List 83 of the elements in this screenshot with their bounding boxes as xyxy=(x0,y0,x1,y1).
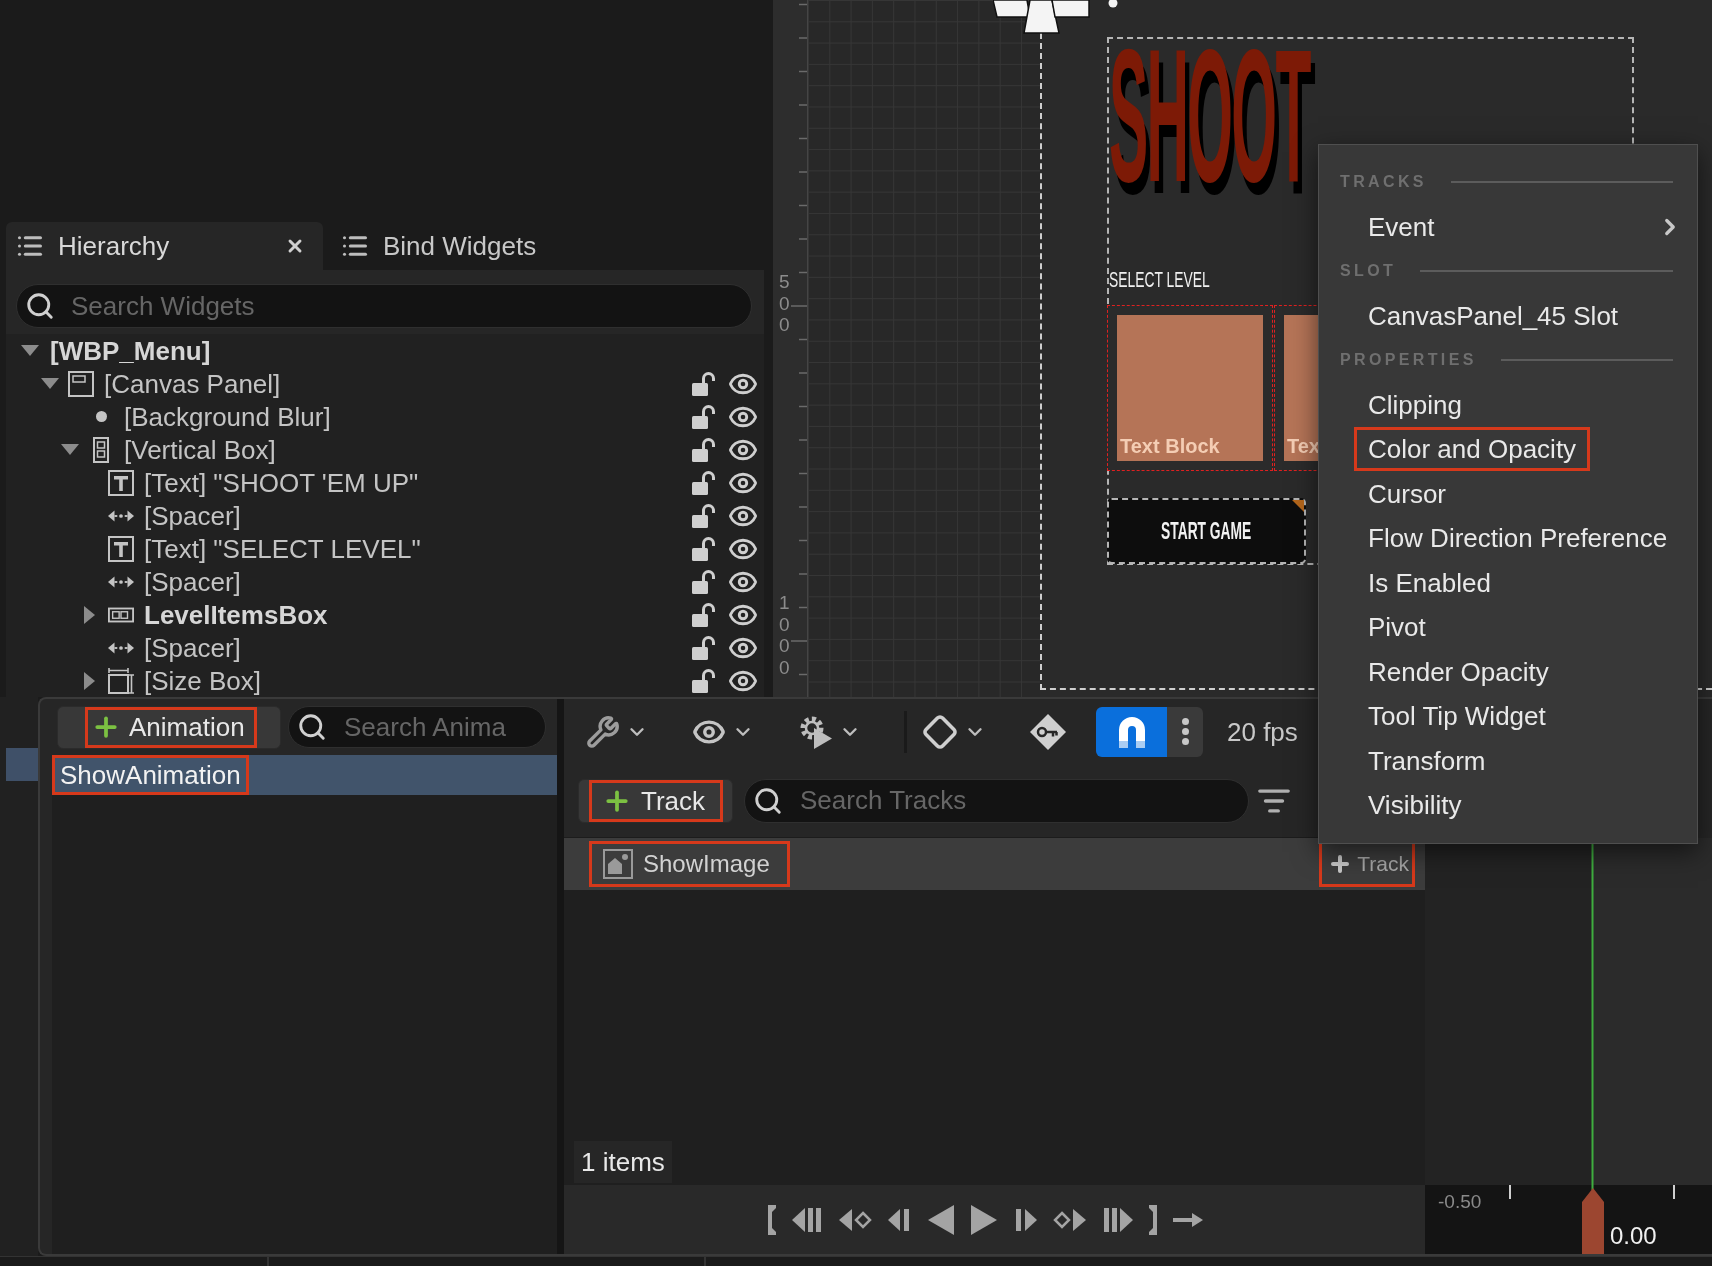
text-icon xyxy=(108,469,134,496)
ruler-label: 500 xyxy=(779,271,790,336)
add-animation-button[interactable]: Animation xyxy=(57,705,281,749)
text-icon xyxy=(108,535,134,562)
search-field[interactable]: Search Tracks xyxy=(744,778,1249,823)
image-icon xyxy=(603,849,633,879)
select-level-heading: SELECT LEVEL xyxy=(1109,268,1210,292)
frame-rate-button[interactable]: 20 fps xyxy=(1227,716,1298,747)
wrench-icon xyxy=(586,714,620,749)
spacer-icon xyxy=(108,574,134,589)
ruler-label: 1000 xyxy=(779,592,790,678)
menu-item[interactable]: Cursor xyxy=(1319,471,1697,516)
tree-item-label[interactable]: [Canvas Panel] xyxy=(104,368,281,399)
menu-item[interactable]: Tool Tip Widget xyxy=(1319,694,1697,739)
menu-item[interactable]: CanvasPanel_45 Slot xyxy=(1319,293,1697,338)
card-label: Text Block xyxy=(1120,435,1220,457)
row-highlight xyxy=(6,748,38,781)
menu-item[interactable]: Event xyxy=(1319,204,1697,249)
corner-marker-icon xyxy=(1292,500,1304,512)
magnet-icon xyxy=(1116,715,1147,748)
search-icon xyxy=(25,291,55,321)
add-track-button[interactable]: Track xyxy=(578,778,733,823)
menu-item[interactable]: Is Enabled xyxy=(1319,560,1697,605)
unlock-icon[interactable] xyxy=(692,668,716,693)
panel-tab[interactable]: Hierarchy xyxy=(6,222,323,270)
dot-icon xyxy=(95,411,107,422)
unlock-icon[interactable] xyxy=(692,371,716,396)
track-header[interactable]: ShowImage xyxy=(589,841,790,887)
tree-item-label[interactable]: LevelItemsBox xyxy=(144,599,328,630)
play-icon[interactable] xyxy=(968,1202,999,1237)
gear-play-icon xyxy=(799,714,833,749)
tick-mark xyxy=(1673,1185,1675,1199)
vertical-dots-icon xyxy=(1181,718,1189,745)
tree-item-label[interactable]: [Text] "SELECT LEVEL" xyxy=(144,533,421,564)
tick-mark xyxy=(1509,1185,1511,1199)
search-field[interactable]: Search Widgets xyxy=(16,284,752,328)
bracket-start-icon[interactable] xyxy=(765,1202,778,1237)
current-time: 0.00 xyxy=(1610,1222,1657,1250)
spacer-icon xyxy=(108,508,134,523)
unlock-icon[interactable] xyxy=(692,569,716,594)
bracket-end-icon[interactable] xyxy=(1146,1202,1159,1237)
menu-item[interactable]: Pivot xyxy=(1319,605,1697,650)
unlock-icon[interactable] xyxy=(692,437,716,462)
unlock-icon[interactable] xyxy=(692,470,716,495)
diamond-icon xyxy=(922,713,958,750)
tree-item-label[interactable]: [Text] "SHOOT 'EM UP" xyxy=(144,467,419,498)
item-count: 1 items xyxy=(574,1141,672,1183)
spacer-icon xyxy=(108,640,134,655)
menu-item[interactable]: Transform xyxy=(1319,738,1697,783)
snap-toggle-button[interactable] xyxy=(1096,706,1167,757)
canvas-panel-icon xyxy=(68,370,94,397)
tree-item-label[interactable]: [Size Box] xyxy=(144,665,262,696)
game-title: SHOOT xyxy=(1109,40,1310,190)
search-field[interactable]: Search Anima xyxy=(288,706,546,748)
menu-item[interactable]: Flow Direction Preference xyxy=(1319,516,1697,561)
animation-list-item[interactable]: ShowAnimation xyxy=(52,755,557,795)
unlock-icon[interactable] xyxy=(692,404,716,429)
menu-item[interactable]: Color and Opacity xyxy=(1319,427,1697,472)
unlock-icon[interactable] xyxy=(692,602,716,627)
tree-item-label[interactable]: [Spacer] xyxy=(144,566,241,597)
tree-item-label[interactable]: [Spacer] xyxy=(144,500,241,531)
time-label: -0.50 xyxy=(1438,1191,1482,1213)
vertical-box-icon xyxy=(93,436,109,463)
search-icon xyxy=(753,785,783,816)
tree-item-label[interactable]: [Vertical Box] xyxy=(124,434,276,465)
unlock-icon[interactable] xyxy=(692,635,716,660)
emblem-icon xyxy=(993,0,1118,34)
start-game-button[interactable]: START GAME xyxy=(1107,498,1306,564)
unlock-icon[interactable] xyxy=(692,503,716,528)
horizontal-box-icon xyxy=(108,606,134,623)
key-diamond-icon[interactable] xyxy=(1029,712,1067,751)
tree-item-label[interactable]: [Spacer] xyxy=(144,632,241,663)
card-label: Tex xyxy=(1287,435,1320,457)
unlock-icon[interactable] xyxy=(692,536,716,561)
panel-tab[interactable]: Bind Widgets xyxy=(331,222,555,270)
menu-item[interactable]: Visibility xyxy=(1319,783,1697,828)
menu-item[interactable]: Clipping xyxy=(1319,382,1697,427)
size-box-icon xyxy=(108,667,134,694)
menu-item[interactable]: Render Opacity xyxy=(1319,649,1697,694)
search-icon xyxy=(297,712,327,742)
snap-options-button[interactable] xyxy=(1167,706,1203,757)
tree-item-label[interactable]: [Background Blur] xyxy=(124,401,331,432)
tree-item-label[interactable]: [WBP_Menu] xyxy=(50,335,211,366)
